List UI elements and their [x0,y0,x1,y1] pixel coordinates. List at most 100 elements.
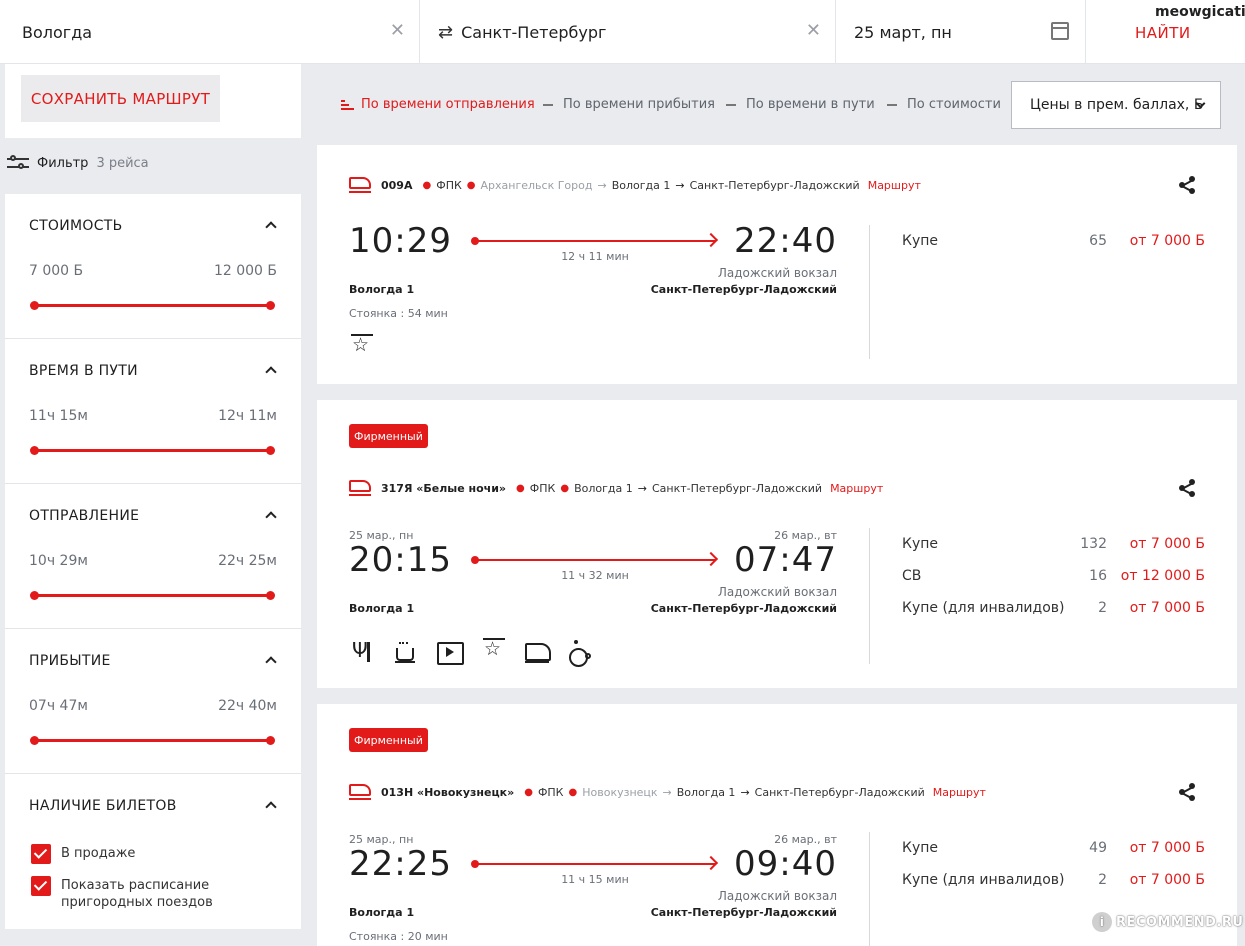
sort-departure[interactable]: По времени отправления [341,97,535,112]
fare-seats: 2 [1098,872,1107,888]
clear-from-icon[interactable]: ✕ [390,22,405,40]
train-card[interactable]: Фирменный 317Я «Белые ночи» ● ФПК ● Воло… [317,400,1237,688]
arrival-station-name: Санкт-Петербург-Ладожский [650,602,837,615]
chevron-up-icon[interactable] [265,511,277,523]
range-min: 7 000 Б [29,263,84,279]
range-max: 22ч 25м [218,553,277,569]
share-icon[interactable] [1179,176,1197,194]
fare-row[interactable]: Купе (для инвалидов) 2 от 7 000 Б [902,872,1205,894]
route-line [471,556,716,564]
stop-duration: Стоянка : 54 мин [349,307,448,320]
travel-duration: 11 ч 32 мин [561,569,629,582]
save-route-button[interactable]: СОХРАНИТЬ МАРШРУТ [21,75,220,122]
sort-label: По времени в пути [746,97,875,112]
arrival-time: 07:47 [734,540,837,580]
arrival-station-name: Санкт-Петербург-Ладожский [650,283,837,296]
train-card[interactable]: Фирменный 013Н «Новокузнецк» ● ФПК ● Нов… [317,704,1237,946]
sort-arrival[interactable]: По времени прибытия [543,97,715,112]
train-icon [349,177,373,193]
filter-header[interactable]: Фильтр 3 рейса [7,155,149,171]
divider [869,528,870,664]
save-route-panel: СОХРАНИТЬ МАРШРУТ [5,64,301,138]
route-link[interactable]: Маршрут [868,179,921,192]
sort-duration[interactable]: По времени в пути [726,97,875,112]
range-slider[interactable] [30,591,275,600]
range-min: 11ч 15м [29,408,88,424]
share-icon[interactable] [1179,479,1197,497]
clear-to-icon[interactable]: ✕ [806,22,821,40]
watermark-text: RECOMMEND.RU [1116,915,1244,930]
calendar-icon[interactable] [1051,22,1069,40]
arrival-time: 22:40 [734,221,837,261]
sort-label: По времени отправления [361,97,535,112]
arrow-icon: → [597,178,607,192]
fare-class: Купе (для инвалидов) [902,872,1065,888]
fare-row[interactable]: Купе 65 от 7 000 Б [902,233,1205,255]
find-button[interactable]: НАЙТИ [1135,24,1191,42]
range-max: 22ч 40м [218,698,277,714]
filter-icon [7,155,29,171]
branded-badge: Фирменный [349,424,428,448]
sort-label: По стоимости [907,97,1001,112]
route-line [471,237,716,245]
section-title: ПРИБЫТИЕ [29,653,111,669]
departure-time: 10:29 [349,221,452,261]
train-card[interactable]: 009А ● ФПК ● Архангельск Город → Вологда… [317,145,1237,384]
from-field[interactable]: Вологда ✕ [0,0,420,64]
fare-price: от 7 000 Б [1129,872,1205,888]
fare-seats: 2 [1098,600,1107,616]
arrival-time: 09:40 [734,844,837,884]
to-field[interactable]: ⇄ Санкт-Петербург ✕ [420,0,836,64]
chevron-up-icon[interactable] [265,656,277,668]
divider [869,832,870,946]
restaurant-icon [350,639,374,664]
suburban-checkbox[interactable] [31,876,51,896]
chevron-up-icon[interactable] [265,801,277,813]
sort-icon [341,99,355,111]
watermark: i RECOMMEND.RU [1092,912,1243,932]
share-icon[interactable] [1179,783,1197,801]
travel-duration: 11 ч 15 мин [561,873,629,886]
on-sale-label: В продаже [61,846,136,861]
fare-row[interactable]: Купе 49 от 7 000 Б [902,840,1205,862]
sort-price[interactable]: По стоимости [887,97,1001,112]
train-number: 013Н «Новокузнецк» [381,785,515,799]
range-slider[interactable] [30,446,275,455]
departure-station-name: Вологда 1 [349,906,415,919]
chevron-up-icon[interactable] [265,366,277,378]
fare-price: от 12 000 Б [1120,568,1205,584]
swap-icon[interactable]: ⇄ [438,22,453,43]
date-field[interactable]: 25 март, пн [836,0,1086,64]
filters-panel: СТОИМОСТЬ 7 000 Б 12 000 Б ВРЕМЯ В ПУТИ … [5,194,301,929]
fare-row[interactable]: Купе 132 от 7 000 Б [902,536,1205,558]
arrow-icon: → [662,785,672,799]
route-link[interactable]: Маршрут [933,786,986,799]
range-max: 12ч 11м [218,408,277,424]
from-station: Вологда 1 [611,178,671,192]
branded-badge: Фирменный [349,728,428,752]
chevron-up-icon[interactable] [265,221,277,233]
on-sale-checkbox[interactable] [31,844,51,864]
separator-dot: ● [524,786,533,798]
currency-select[interactable]: Цены в прем. баллах, Б [1011,81,1221,129]
filter-section-duration: ВРЕМЯ В ПУТИ 11ч 15м 12ч 11м [5,339,301,484]
section-title: НАЛИЧИЕ БИЛЕТОВ [29,798,177,814]
from-value: Вологда [22,22,93,42]
fare-seats: 49 [1089,840,1107,856]
range-slider[interactable] [30,301,275,310]
filter-section-availability: НАЛИЧИЕ БИЛЕТОВ В продаже Показать распи… [5,774,301,929]
fare-row[interactable]: СВ 16 от 12 000 Б [902,568,1205,590]
username: meowgicatie [1155,4,1245,20]
fare-price: от 7 000 Б [1129,233,1205,249]
arrival-terminal: Ладожский вокзал [717,889,837,903]
carrier: ФПК [537,785,564,799]
arrival-station-name: Санкт-Петербург-Ладожский [650,906,837,919]
fare-class: Купе (для инвалидов) [902,600,1065,616]
range-slider[interactable] [30,736,275,745]
section-title: ОТПРАВЛЕНИЕ [29,508,140,524]
fare-price: от 7 000 Б [1129,600,1205,616]
fare-row[interactable]: Купе (для инвалидов) 2 от 7 000 Б [902,600,1205,622]
from-station: Вологда 1 [676,785,736,799]
route-link[interactable]: Маршрут [830,482,883,495]
stop-duration: Стоянка : 20 мин [349,930,448,943]
